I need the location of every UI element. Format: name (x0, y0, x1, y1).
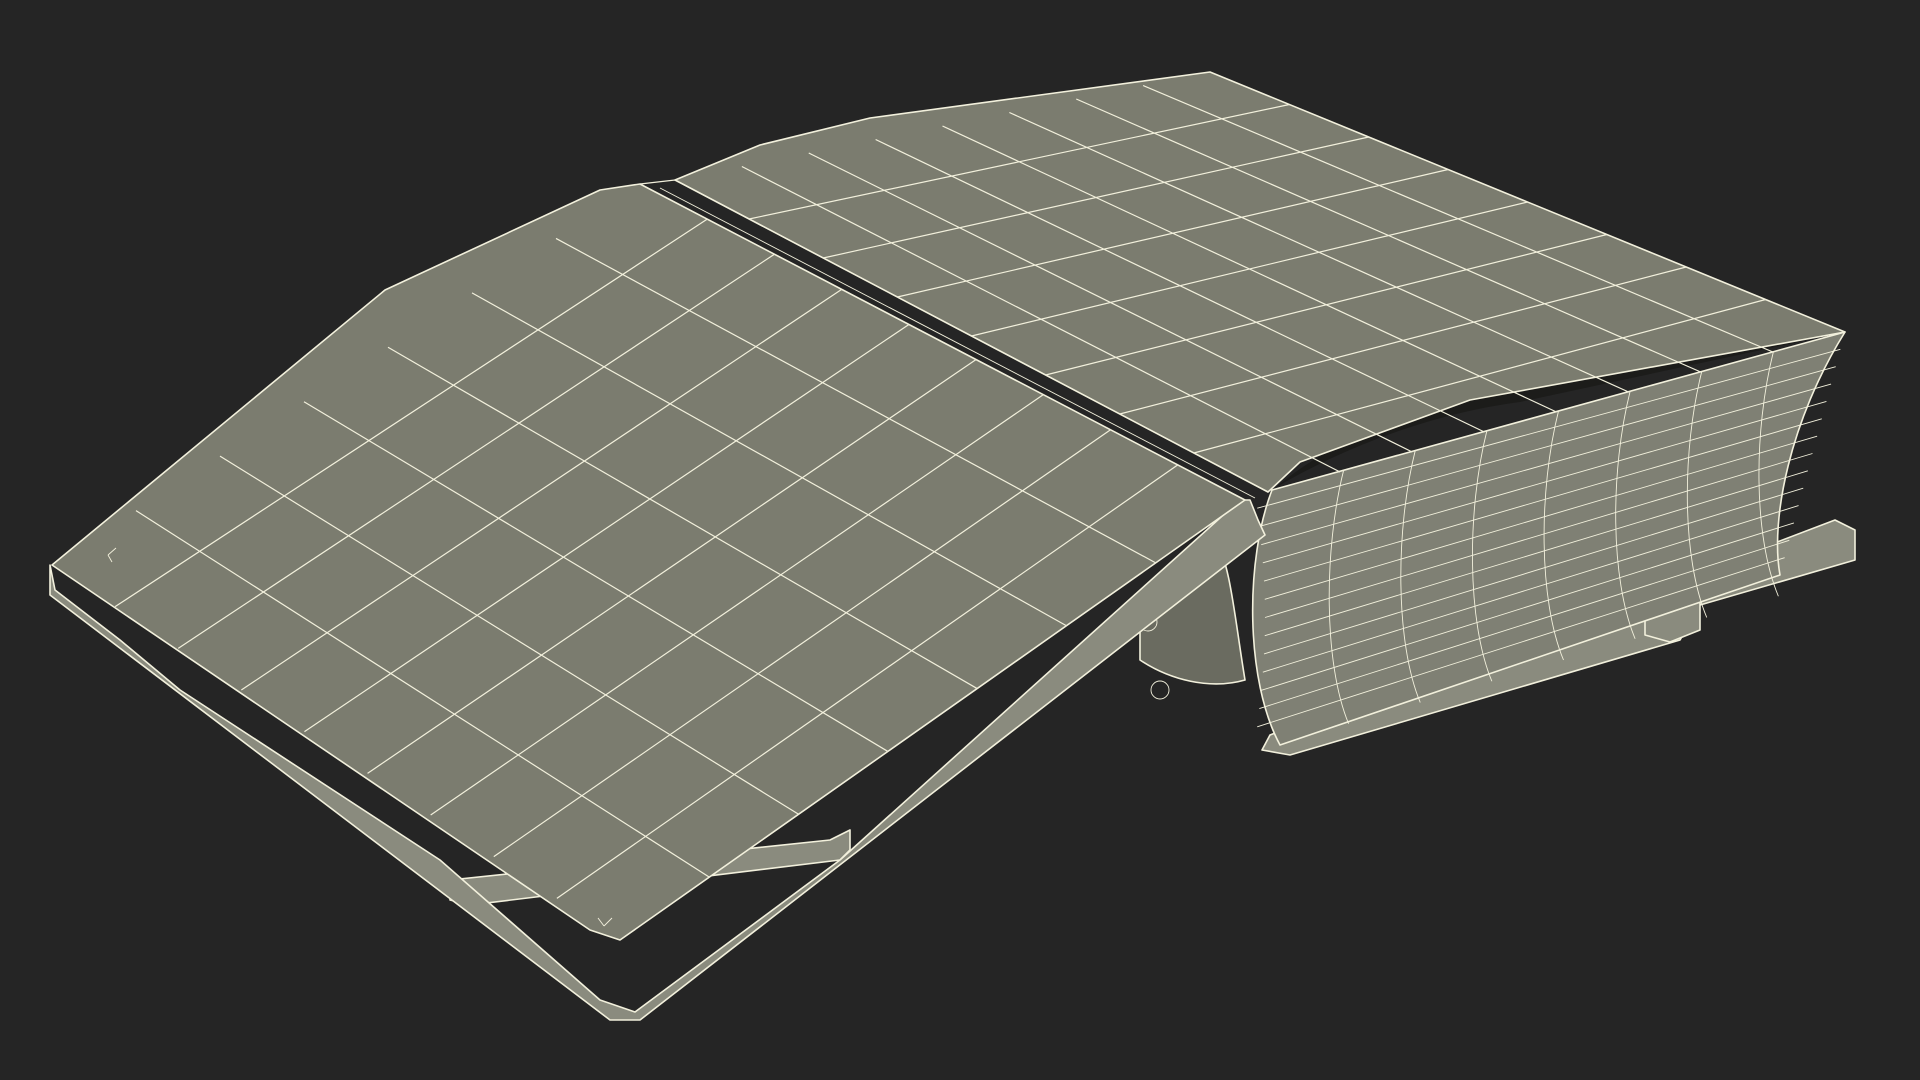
3d-viewport[interactable] (0, 0, 1920, 1080)
wireframe-model (49, 71, 1856, 1021)
spine-knob-bottom (1150, 680, 1170, 700)
